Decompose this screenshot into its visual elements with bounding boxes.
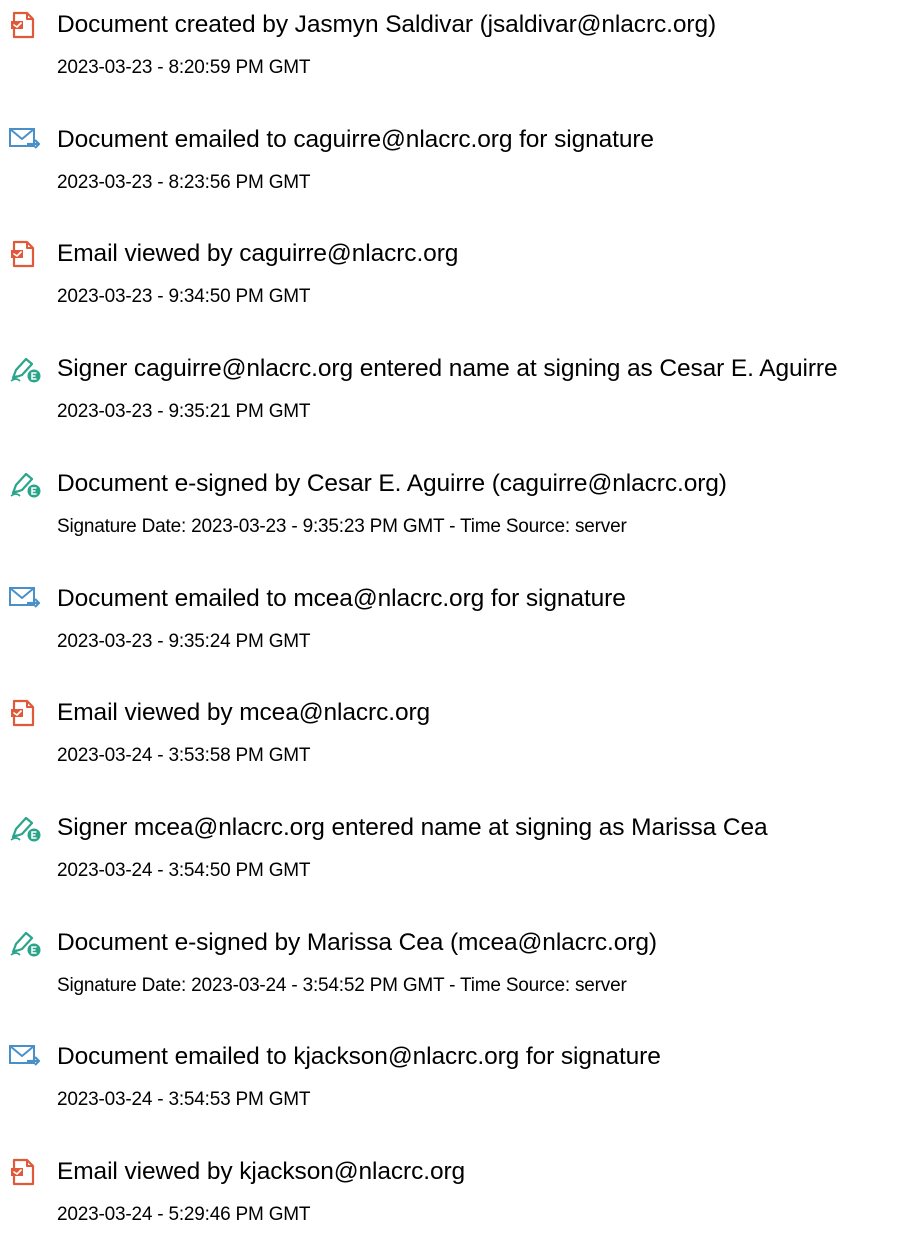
event-timestamp: Signature Date: 2023-03-24 - 3:54:52 PM … [57,975,627,996]
event-title: Signer mcea@nlacrc.org entered name at s… [57,814,768,841]
event-title: Document emailed to mcea@nlacrc.org for … [57,585,626,612]
e-sign-pen-icon [8,928,42,958]
document-icon [8,698,42,728]
event-timestamp: 2023-03-23 - 9:35:24 PM GMT [57,631,311,652]
event-timestamp: 2023-03-23 - 9:34:50 PM GMT [57,286,311,307]
event-title: Document emailed to caguirre@nlacrc.org … [57,126,654,153]
email-sent-icon [8,584,42,614]
audit-event: Signer caguirre@nlacrc.org entered name … [0,344,915,434]
audit-event: Email viewed by caguirre@nlacrc.org 2023-… [0,229,915,319]
e-sign-pen-icon [8,354,42,384]
event-timestamp: 2023-03-23 - 9:35:21 PM GMT [57,401,311,422]
event-timestamp: Signature Date: 2023-03-23 - 9:35:23 PM … [57,516,627,537]
event-timestamp: 2023-03-24 - 3:53:58 PM GMT [57,745,311,766]
audit-event: Document e-signed by Marissa Cea (mcea@n… [0,918,915,1008]
event-title: Document e-signed by Cesar E. Aguirre (c… [57,470,727,497]
audit-event: Document emailed to caguirre@nlacrc.org … [0,115,915,205]
audit-event: Email viewed by kjackson@nlacrc.org 2023-… [0,1147,915,1237]
event-timestamp: 2023-03-23 - 8:20:59 PM GMT [57,57,311,78]
document-icon [8,239,42,269]
event-timestamp: 2023-03-24 - 3:54:53 PM GMT [57,1089,311,1110]
audit-event: Email viewed by mcea@nlacrc.org 2023-03-2… [0,688,915,778]
email-sent-icon [8,125,42,155]
audit-event: Document emailed to mcea@nlacrc.org for … [0,574,915,664]
audit-event: Document emailed to kjackson@nlacrc.org … [0,1032,915,1122]
event-title: Email viewed by caguirre@nlacrc.org [57,240,459,267]
event-title: Email viewed by mcea@nlacrc.org [57,699,431,726]
audit-event: Signer mcea@nlacrc.org entered name at s… [0,803,915,893]
e-sign-pen-icon [8,469,42,499]
audit-event: Document created by Jasmyn Saldivar (jsa… [0,0,915,90]
event-timestamp: 2023-03-23 - 8:23:56 PM GMT [57,172,311,193]
event-title: Email viewed by kjackson@nlacrc.org [57,1158,466,1185]
event-title: Document created by Jasmyn Saldivar (jsa… [57,11,717,38]
document-icon [8,1157,42,1187]
event-title: Document e-signed by Marissa Cea (mcea@n… [57,929,657,956]
e-sign-pen-icon [8,813,42,843]
event-timestamp: 2023-03-24 - 3:54:50 PM GMT [57,860,311,881]
audit-event: Document e-signed by Cesar E. Aguirre (c… [0,459,915,549]
event-title: Signer caguirre@nlacrc.org entered name … [57,355,838,382]
document-icon [8,10,42,40]
email-sent-icon [8,1042,42,1072]
event-timestamp: 2023-03-24 - 5:29:46 PM GMT [57,1204,311,1225]
event-title: Document emailed to kjackson@nlacrc.org … [57,1043,661,1070]
